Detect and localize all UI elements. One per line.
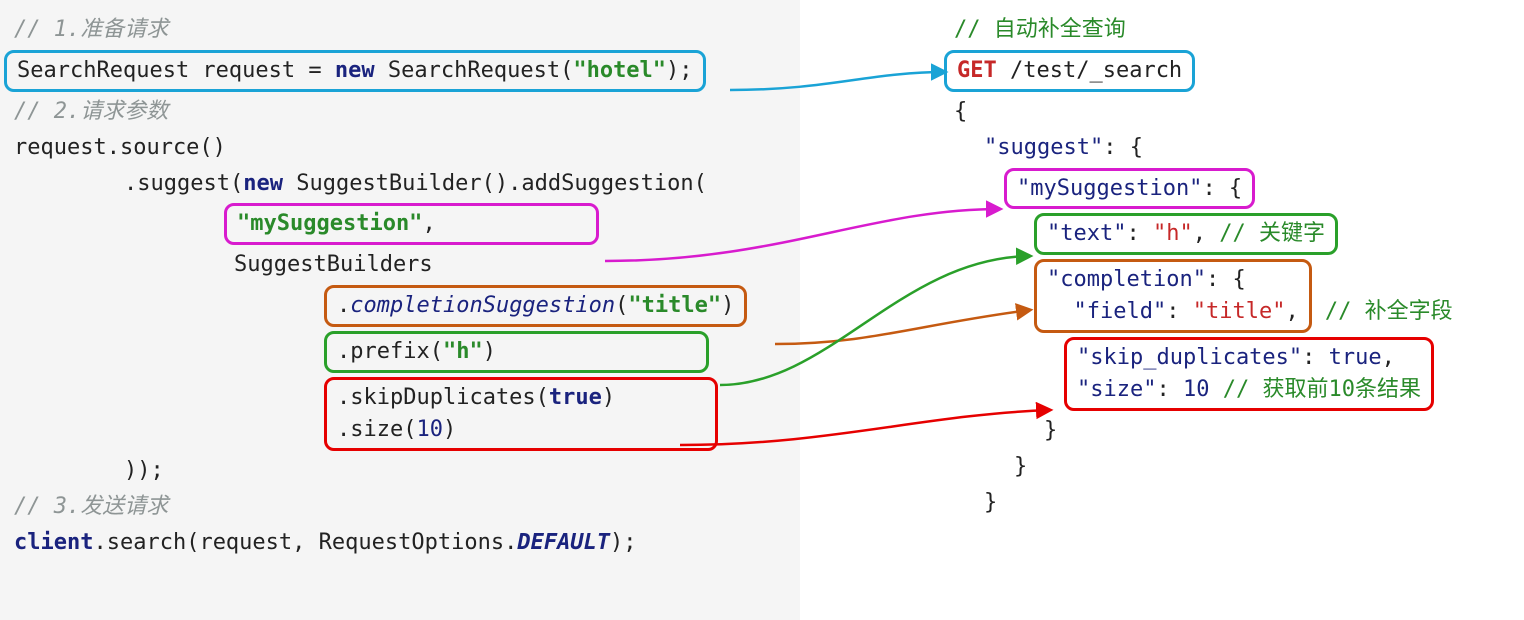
dsl-brace-open-1: { [814,94,1510,130]
java-line-suggestbuilders: SuggestBuilders [14,247,786,283]
dsl-completion: "completion": { "field": "title", // 补全字… [814,257,1510,335]
dsl-brace-close-4: } [814,413,1510,449]
java-line-completion: .completionSuggestion("title") [14,283,786,329]
java-comment-1: // 1.准备请求 [14,12,786,48]
dsl-text: "text": "h", // 关键字 [814,211,1510,257]
box-skip-size-dsl: "skip_duplicates": true,"size": 10 // 获取… [1064,337,1434,411]
java-line-skip-size: .skipDuplicates(true).size(10) [14,375,786,453]
java-code-pane: // 1.准备请求 SearchRequest request = new Se… [0,0,800,620]
dsl-comment-top: // 自动补全查询 [814,12,1510,48]
dsl-brace-close-3: } [814,449,1510,485]
java-line-prefix: .prefix("h") [14,329,786,375]
dsl-brace-close-2: } [814,485,1510,521]
box-mysuggestion-dsl: "mySuggestion": { [1004,168,1255,210]
dsl-skip-size: "skip_duplicates": true,"size": 10 // 获取… [814,335,1510,413]
box-skip-size: .skipDuplicates(true).size(10) [324,377,718,451]
box-completion-dsl: "completion": { "field": "title", [1034,259,1312,333]
java-line-source: request.source() [14,130,786,166]
box-get-search: GET /test/_search [944,50,1195,92]
box-mysuggestion: "mySuggestion", [224,203,599,245]
box-search-request: SearchRequest request = new SearchReques… [4,50,706,92]
java-line-suggest: .suggest(new SuggestBuilder().addSuggest… [14,166,786,202]
java-comment-3: // 3.发送请求 [14,489,786,525]
java-comment-2: // 2.请求参数 [14,94,786,130]
java-line-client: client.search(request, RequestOptions.DE… [14,525,786,561]
dsl-code-pane: // 自动补全查询 GET /test/_search { "suggest":… [800,0,1524,620]
java-line-mysuggestion: "mySuggestion", [14,201,786,247]
java-line-request: SearchRequest request = new SearchReques… [14,48,786,94]
dsl-suggest: "suggest": { [814,130,1510,166]
dsl-get-line: GET /test/_search [814,48,1510,94]
box-completion: .completionSuggestion("title") [324,285,747,327]
box-prefix: .prefix("h") [324,331,709,373]
box-text-dsl: "text": "h", // 关键字 [1034,213,1338,255]
java-line-close: )); [14,453,786,489]
dsl-mysuggestion: "mySuggestion": { [814,166,1510,212]
